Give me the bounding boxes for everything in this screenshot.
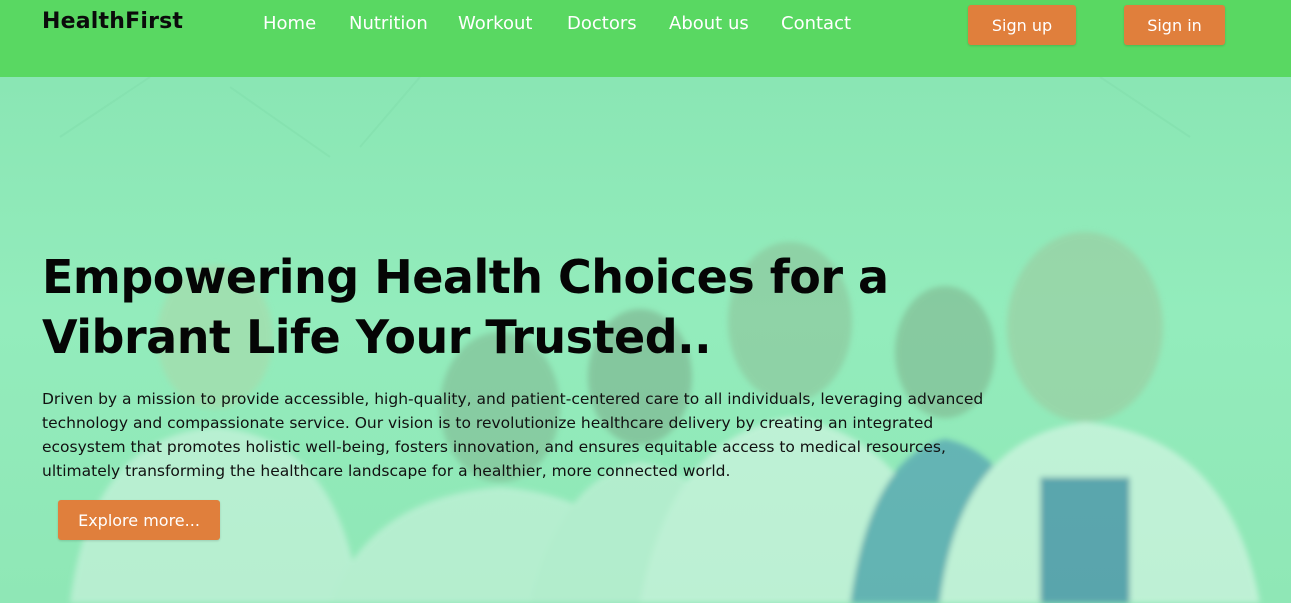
sign-in-button[interactable]: Sign in [1124,5,1225,45]
hero-title-line-2: Vibrant Life Your Trusted.. [42,310,712,364]
nav-link-doctors[interactable]: Doctors [567,13,637,34]
nav-link-nutrition[interactable]: Nutrition [349,13,428,34]
nav-link-workout[interactable]: Workout [458,13,532,34]
nav-link-about-us[interactable]: About us [669,13,749,34]
nav-link-home[interactable]: Home [263,13,316,34]
brand-logo[interactable]: HealthFirst [42,9,183,34]
hero-section: Empowering Health Choices for a Vibrant … [0,77,1291,603]
hero-description: Driven by a mission to provide accessibl… [42,390,984,480]
hero-title-line-1: Empowering Health Choices for a [42,250,889,304]
nav-link-contact[interactable]: Contact [781,13,851,34]
explore-more-button[interactable]: Explore more... [58,500,220,540]
hero-title: Empowering Health Choices for a Vibrant … [42,247,942,367]
sign-up-button[interactable]: Sign up [968,5,1076,45]
navbar: HealthFirst Home Nutrition Workout Docto… [0,0,1291,77]
